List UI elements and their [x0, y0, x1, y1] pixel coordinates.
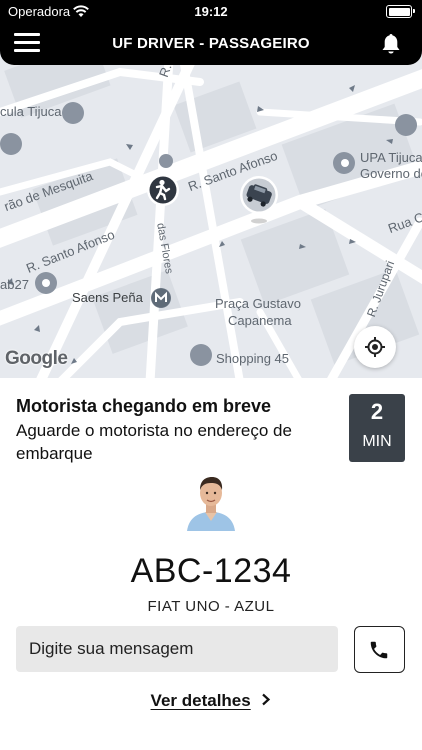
clock: 19:12	[194, 4, 228, 19]
call-button[interactable]	[354, 626, 405, 673]
eta-value: 2	[370, 399, 384, 424]
vehicle-plate: ABC-1234	[130, 552, 292, 590]
map-label: ab27	[0, 277, 29, 292]
metro-icon	[151, 288, 171, 308]
ride-status-subtitle: Aguarde o motorista no endereço de embar…	[16, 421, 292, 463]
details-link-label: Ver detalhes	[150, 691, 251, 710]
map-label: Governo de	[360, 166, 422, 181]
driver-avatar	[183, 469, 239, 531]
person-icon	[147, 174, 179, 206]
locate-button[interactable]	[354, 326, 396, 368]
phone-icon	[370, 641, 388, 659]
map-label: Saens Peña	[72, 290, 143, 305]
car-icon	[240, 176, 278, 224]
app-header: UF DRIVER - PASSAGEIRO	[0, 24, 422, 65]
bell-icon[interactable]	[380, 32, 402, 56]
map-label: Capanema	[228, 313, 292, 328]
map-label: cula Tijuca	[0, 104, 62, 119]
chevron-right-icon	[262, 693, 271, 706]
details-link[interactable]: Ver detalhes	[0, 691, 422, 711]
map-label: UPA Tijuca	[360, 150, 422, 165]
map-view[interactable]: R. cula Tijuca rão de Mesquita R. Santo …	[0, 52, 422, 378]
eta-unit: MIN	[362, 433, 392, 450]
map-streets	[0, 52, 422, 378]
ride-status-title: Motorista chegando em breve	[16, 396, 272, 416]
locate-icon	[365, 337, 385, 357]
map-label: Shopping 45	[216, 351, 290, 366]
message-input[interactable]	[16, 626, 338, 672]
battery-icon	[386, 5, 415, 18]
eta-badge: 2 MIN	[349, 394, 405, 462]
google-logo: Google	[5, 348, 68, 369]
page-title: UF DRIVER - PASSAGEIRO	[112, 35, 310, 52]
map-label: Praça Gustavo	[215, 296, 301, 311]
status-bar: Operadora 19:12	[0, 0, 422, 24]
vehicle-model: FIAT UNO - AZUL	[147, 598, 275, 611]
